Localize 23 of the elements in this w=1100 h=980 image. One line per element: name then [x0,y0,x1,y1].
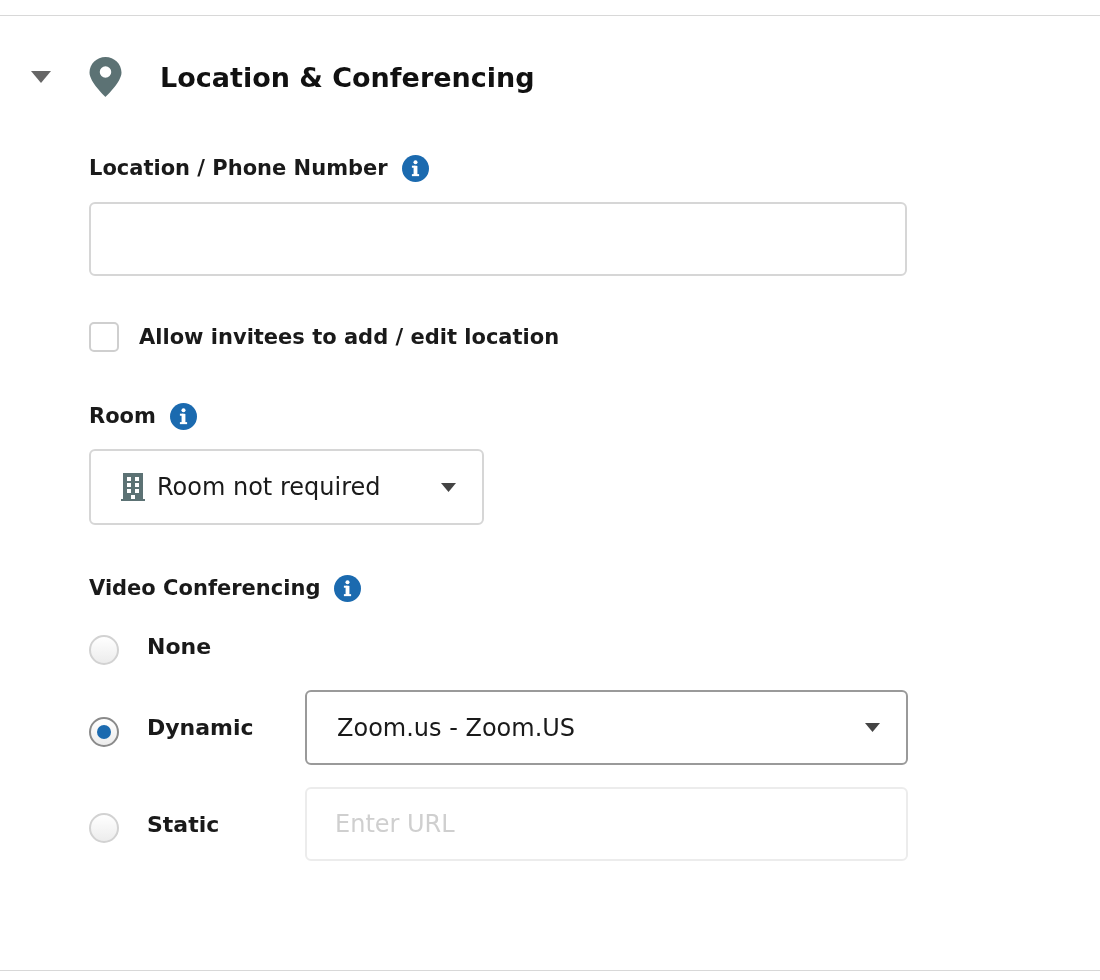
section-title: Location & Conferencing [160,61,535,93]
conferencing-select[interactable]: Zoom.us - Zoom.US [305,690,908,765]
caret-icon [865,723,880,732]
checkbox-label: Allow invitees to add / edit location [139,325,560,349]
radio-label: None [147,633,213,659]
field-label: Room [89,404,156,428]
field-label: Location / Phone Number [89,156,388,180]
radio-label: Static [147,811,221,837]
field-label: Video Conferencing [89,576,321,600]
info-icon[interactable] [401,154,429,182]
radio-label: Dynamic [147,715,255,740]
room-select[interactable]: Room not required [89,449,484,525]
location-field[interactable] [89,202,907,276]
radio-button[interactable] [89,716,119,747]
map-pin-icon [89,57,122,97]
caret-icon [441,482,456,492]
info-icon[interactable] [169,402,197,430]
caret-icon[interactable] [31,71,51,83]
radio-button[interactable] [89,813,119,843]
radio-button[interactable] [89,635,119,665]
info-icon[interactable] [334,574,362,602]
building-icon [121,473,145,501]
checkbox[interactable] [89,322,119,352]
